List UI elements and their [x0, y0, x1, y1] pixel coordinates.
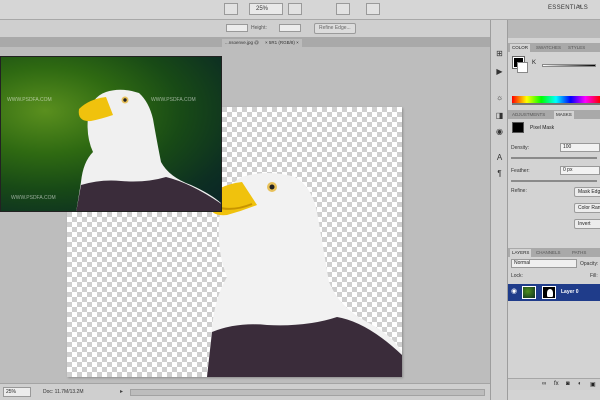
panel-icon-dock: ⊞ ▶ ☼ ◨ ◉ A ¶: [490, 20, 508, 400]
watermark-text: WWW.PSDFA.COM: [7, 97, 52, 103]
document-size-info[interactable]: Doc: 11.7M/13.2M: [43, 389, 83, 395]
screen-mode-icon[interactable]: [224, 3, 238, 15]
view-extras-icon[interactable]: [288, 3, 302, 15]
tab-document-1[interactable]: ...nsoenve.jpg @: [222, 39, 262, 47]
layer-thumbnail[interactable]: [522, 286, 536, 299]
tab-swatches[interactable]: SWATCHES: [534, 44, 563, 52]
color-spectrum-bar[interactable]: [512, 96, 600, 105]
refine-edge-button[interactable]: Refine Edge...: [314, 23, 356, 34]
tab-layers[interactable]: LAYERS: [510, 249, 532, 257]
actions-icon[interactable]: ▶: [493, 66, 506, 77]
invert-button[interactable]: Invert: [574, 219, 600, 229]
opacity-label: Opacity:: [580, 261, 599, 267]
mask-edge-button[interactable]: Mask Edge...: [574, 187, 600, 197]
refine-label: Refine:: [511, 188, 527, 194]
layer-name[interactable]: Layer 0: [561, 289, 579, 295]
eagle-original-image: [76, 89, 221, 211]
tab-styles[interactable]: STYLES: [566, 44, 587, 52]
status-bar: 25% Doc: 11.7M/13.2M ▸: [0, 383, 490, 400]
fill-label: Fill:: [590, 273, 598, 279]
layer-row-selected[interactable]: ◉ Layer 0: [508, 284, 600, 301]
color-k-label: K: [532, 60, 537, 66]
density-field[interactable]: 100: [560, 143, 600, 152]
link-icon[interactable]: ∞: [542, 381, 546, 387]
status-zoom-field[interactable]: 25%: [3, 387, 31, 397]
double-chevron-icon[interactable]: »: [578, 4, 581, 10]
zoom-level-dropdown[interactable]: 25%: [249, 3, 283, 15]
density-label: Density:: [511, 145, 530, 151]
feather-slider[interactable]: [511, 180, 597, 182]
lock-label: Lock:: [511, 273, 523, 279]
tab-paths[interactable]: PATHS: [570, 249, 588, 257]
pixel-mask-thumbnail[interactable]: [512, 122, 524, 133]
styles-icon[interactable]: ◨: [493, 110, 506, 121]
workspace-switcher[interactable]: ESSENTIALS: [548, 5, 588, 11]
height-field[interactable]: [279, 24, 301, 32]
masks-panel-tabs: ADJUSTMENTS MASKS: [508, 110, 600, 119]
photoshop-window: 25% ESSENTIALS » Height: Refine Edge... …: [0, 0, 600, 400]
canvas-area[interactable]: WWW.PSDFA.COM WWW.PSDFA.COM WWW.PSDFA.CO…: [0, 47, 490, 383]
pixel-mask-label: Pixel Mask: [530, 125, 555, 131]
layers-panel-footer: ∞ fx ◙ ◐ ▣: [508, 378, 600, 390]
visibility-eye-icon[interactable]: ◉: [511, 287, 517, 295]
tab-adjustments[interactable]: ADJUSTMENTS: [510, 111, 547, 119]
history-icon[interactable]: ⊞: [493, 48, 506, 59]
layer-mask-thumbnail[interactable]: [542, 286, 556, 299]
original-photo-window[interactable]: WWW.PSDFA.COM WWW.PSDFA.COM WWW.PSDFA.CO…: [0, 56, 222, 212]
paragraph-icon[interactable]: ¶: [493, 168, 506, 179]
k-slider[interactable]: [542, 64, 596, 67]
layers-panel-tabs: LAYERS CHANNELS PATHS: [508, 248, 600, 257]
fx-icon[interactable]: fx: [554, 381, 559, 387]
color-range-button[interactable]: Color Range...: [574, 203, 600, 213]
options-bar: Height: Refine Edge...: [0, 20, 505, 38]
feather-field[interactable]: 0 px: [560, 166, 600, 175]
screen-layout-icon[interactable]: [366, 3, 380, 15]
add-mask-icon[interactable]: ◙: [566, 381, 570, 387]
mask-icon[interactable]: ◉: [493, 126, 506, 137]
tab-masks[interactable]: MASKS: [554, 111, 574, 119]
character-icon[interactable]: A: [493, 152, 506, 163]
color-panel-tabs: COLOR SWATCHES STYLES: [508, 43, 600, 52]
tab-channels[interactable]: CHANNELS: [534, 249, 563, 257]
panels-column: COLOR SWATCHES STYLES K ADJUSTMENTS MASK…: [508, 38, 600, 400]
density-slider[interactable]: [511, 157, 597, 159]
height-label: Height:: [251, 25, 267, 31]
width-field[interactable]: [226, 24, 248, 32]
arrange-documents-icon[interactable]: [336, 3, 350, 15]
horizontal-scrollbar[interactable]: [130, 389, 485, 396]
tab-document-2[interactable]: × 5R1 (RGB/8) ×: [262, 39, 302, 47]
feather-label: Feather:: [511, 168, 530, 174]
tab-color[interactable]: COLOR: [510, 44, 531, 52]
status-menu-arrow-icon[interactable]: ▸: [120, 388, 123, 395]
adjustment-layer-icon[interactable]: ◐: [578, 381, 582, 387]
document-tab-bar: ...nsoenve.jpg @ × 5R1 (RGB/8) ×: [0, 38, 490, 47]
application-bar: 25% ESSENTIALS »: [0, 0, 600, 20]
background-color-swatch[interactable]: [517, 62, 528, 73]
blend-mode-dropdown[interactable]: Normal: [511, 259, 577, 268]
trash-icon[interactable]: ▣: [590, 381, 596, 388]
watermark-text: WWW.PSDFA.COM: [151, 97, 196, 103]
watermark-text: WWW.PSDFA.COM: [11, 195, 56, 201]
brightness-icon[interactable]: ☼: [493, 92, 506, 103]
